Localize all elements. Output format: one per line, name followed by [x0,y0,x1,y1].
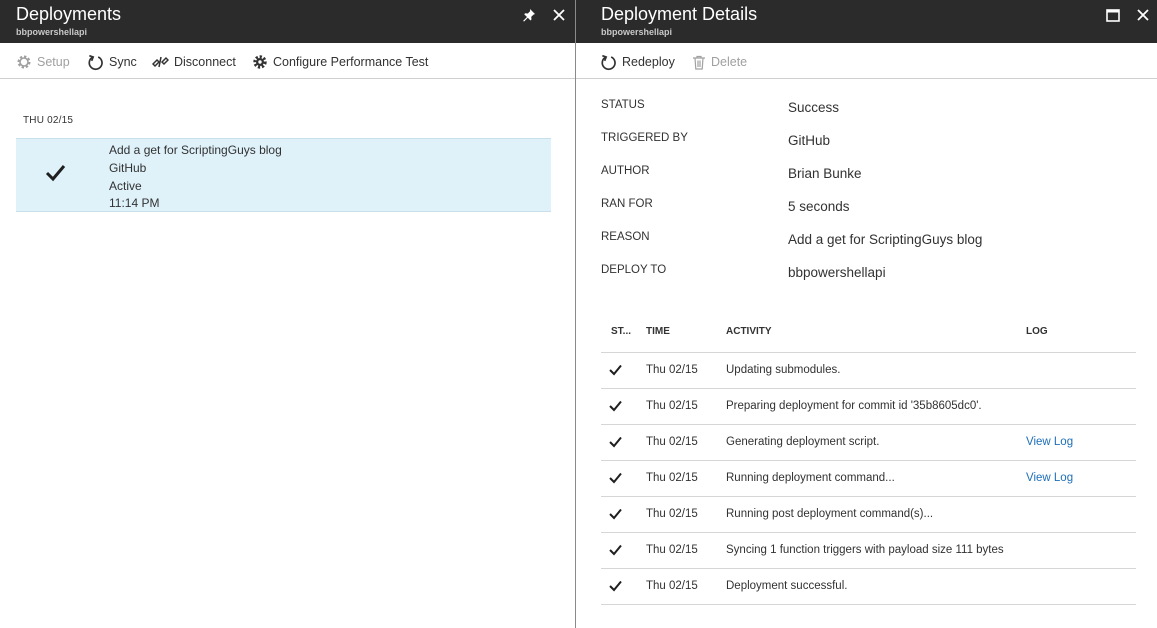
deployments-toolbar: Setup Sync Disconnect Configure Performa… [0,43,575,79]
checkmark-icon [609,472,622,484]
checkmark-icon [609,580,622,592]
activity-time: Thu 02/15 [646,400,698,412]
date-group-header: THU 02/15 [23,115,74,126]
maximize-icon [1106,8,1120,22]
checkmark-icon [609,508,622,520]
delete-button[interactable]: Delete [692,52,747,72]
checkmark-icon [45,165,66,182]
activity-text: Generating deployment script. [726,436,880,448]
pin-button[interactable] [518,4,540,26]
configure-label: Configure Performance Test [273,55,429,69]
redeploy-label: Redeploy [622,55,675,69]
view-log-link[interactable]: View Log [1026,436,1073,448]
deployment-message: Add a get for ScriptingGuys blog [109,143,282,157]
sync-button[interactable]: Sync [87,52,137,72]
checkmark-icon [609,436,622,448]
close-icon [1137,9,1149,21]
activity-row: Thu 02/15 Generating deployment script. … [601,424,1136,460]
deployment-details-blade: Deployment Details bbpowershellapi Redep… [576,0,1157,628]
detail-value-reason: Add a get for ScriptingGuys blog [788,232,983,247]
gear-icon [253,55,267,69]
activity-row: Thu 02/15 Preparing deployment for commi… [601,388,1136,424]
detail-label-status: STATUS [601,99,645,111]
close-button[interactable] [1132,4,1154,26]
deployments-blade: Deployments bbpowershellapi Setup Sync D… [0,0,575,628]
close-icon [553,9,565,21]
column-header-status[interactable]: ST... [611,326,631,337]
table-bottom-border [601,604,1136,605]
detail-value-status: Success [788,100,840,115]
activity-time: Thu 02/15 [646,364,698,376]
details-toolbar: Redeploy Delete [576,43,1157,79]
activity-text: Deployment successful. [726,580,848,592]
redeploy-icon [601,54,616,70]
activity-row: Thu 02/15 Deployment successful. [601,568,1136,604]
activity-text: Updating submodules. [726,364,841,376]
disconnect-icon [152,56,169,68]
gear-icon [17,55,31,69]
deployment-state: Active [109,179,142,193]
detail-label-deploy-to: DEPLOY TO [601,264,667,276]
activity-row: Thu 02/15 Syncing 1 function triggers wi… [601,532,1136,568]
checkmark-icon [609,400,622,412]
configure-performance-test-button[interactable]: Configure Performance Test [252,52,428,72]
trash-icon [693,55,705,70]
activity-row: Thu 02/15 Running post deployment comman… [601,496,1136,532]
deployment-source: GitHub [109,161,147,175]
activity-text: Running post deployment command(s)... [726,508,934,520]
column-header-log[interactable]: LOG [1026,326,1048,337]
activity-time: Thu 02/15 [646,544,698,556]
detail-value-deploy-to: bbpowershellapi [788,265,886,280]
setup-label: Setup [37,55,70,69]
disconnect-label: Disconnect [174,55,236,69]
activity-text: Preparing deployment for commit id '35b8… [726,400,982,412]
activity-time: Thu 02/15 [646,472,698,484]
setup-button[interactable]: Setup [16,52,70,72]
checkmark-icon [609,544,622,556]
blade-subtitle: bbpowershellapi [16,27,88,37]
sync-icon [88,54,103,70]
detail-value-ran-for: 5 seconds [788,199,850,214]
blade-header: Deployments bbpowershellapi [0,0,575,43]
delete-label: Delete [711,55,748,69]
view-log-link[interactable]: View Log [1026,472,1073,484]
activity-row: Thu 02/15 Running deployment command... … [601,460,1136,496]
column-header-time[interactable]: TIME [646,326,670,337]
detail-label-reason: REASON [601,231,650,243]
redeploy-button[interactable]: Redeploy [600,52,675,72]
detail-label-author: AUTHOR [601,165,650,177]
maximize-button[interactable] [1102,4,1124,26]
blade-subtitle: bbpowershellapi [601,27,673,37]
activity-text: Syncing 1 function triggers with payload… [726,544,1004,556]
blade-title: Deployment Details [601,4,758,24]
detail-value-author: Brian Bunke [788,166,862,181]
close-button[interactable] [548,4,570,26]
blade-title: Deployments [16,4,122,24]
pin-icon [523,9,535,22]
activity-time: Thu 02/15 [646,436,698,448]
activity-text: Running deployment command... [726,472,895,484]
blade-header: Deployment Details bbpowershellapi [576,0,1157,43]
detail-value-triggered-by: GitHub [788,133,831,148]
activity-row: Thu 02/15 Updating submodules. [601,352,1136,388]
sync-label: Sync [109,55,137,69]
disconnect-button[interactable]: Disconnect [152,52,236,72]
deployment-time: 11:14 PM [109,196,160,210]
column-header-activity[interactable]: ACTIVITY [726,326,772,337]
activity-time: Thu 02/15 [646,508,698,520]
deployment-list-item[interactable]: Add a get for ScriptingGuys blog GitHub … [16,138,551,212]
activity-time: Thu 02/15 [646,580,698,592]
detail-label-ran-for: RAN FOR [601,198,653,210]
detail-label-triggered-by: TRIGGERED BY [601,132,688,144]
checkmark-icon [609,364,622,376]
